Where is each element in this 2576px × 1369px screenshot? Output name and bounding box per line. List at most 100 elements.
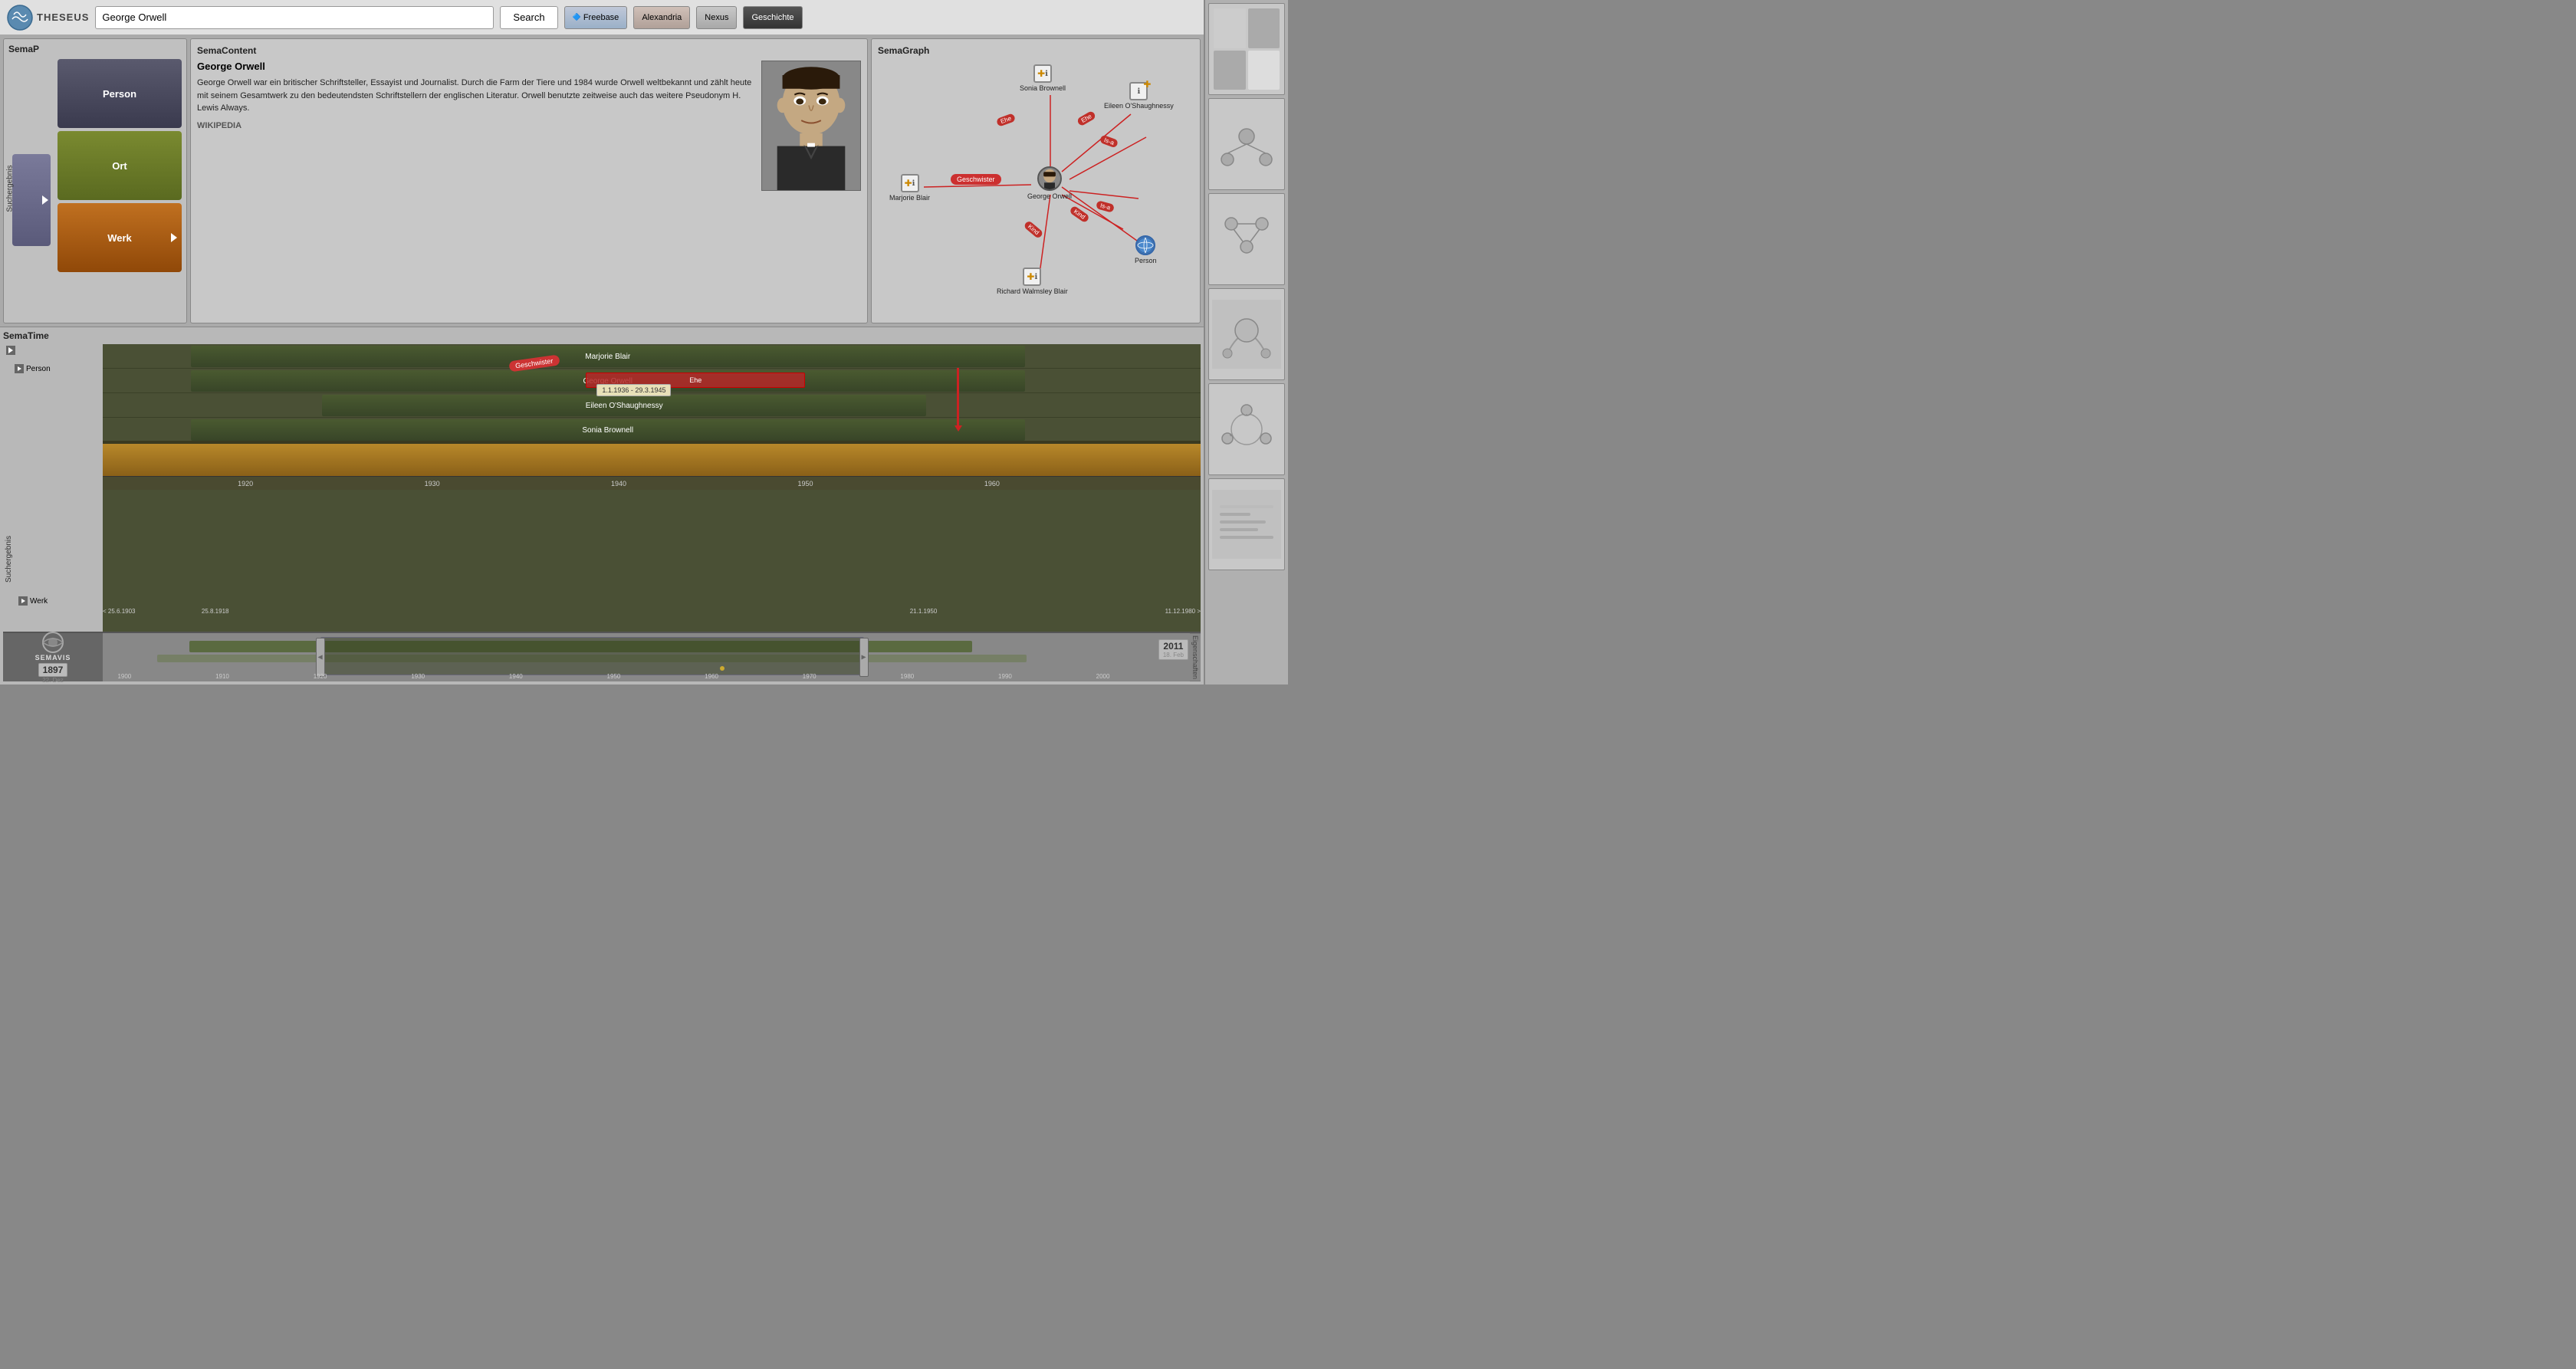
semap-inner: Suchergebnis Person Ort Werk — [8, 59, 182, 318]
sonia-row: Sonia Brownell — [103, 418, 1201, 442]
tick-1960: 1960 — [984, 480, 1000, 488]
sidebar-thumb-1[interactable] — [1208, 3, 1285, 95]
thumb3-svg — [1212, 205, 1281, 274]
content-wikipedia[interactable]: WIKIPEDIA — [197, 121, 755, 130]
timeline-main: Marjorie Blair George Orwell Geschwister… — [103, 344, 1201, 632]
node-sonia[interactable]: ✚ ℹ Sonia Brownell — [1020, 64, 1066, 92]
ov-tick-1980: 1980 — [900, 673, 914, 680]
marjorie-bar[interactable]: Marjorie Blair — [191, 346, 1025, 367]
content-photo — [761, 61, 861, 191]
search-button[interactable]: Search — [500, 6, 557, 29]
semacontent-panel: SemaContent George Orwell George Orwell … — [190, 38, 868, 323]
sematime-panel: SemaTime Suchergebnis — [0, 327, 1204, 684]
panels-row: SemaP Suchergebnis Person Ort — [0, 35, 1204, 327]
date-start-label: < 25.6.1903 — [103, 608, 135, 615]
werk-row — [103, 442, 1201, 476]
sidebar-thumb-2[interactable] — [1208, 98, 1285, 190]
slider-right-handle[interactable]: ▶ — [859, 638, 869, 676]
semagraph-title: SemaGraph — [878, 45, 1194, 56]
tl-overview-main[interactable]: ◀ ▶ 1900 1910 1920 1930 1940 1950 1960 1… — [103, 633, 1190, 681]
slider-left-handle[interactable]: ◀ — [316, 638, 325, 676]
person-tl-label: Person — [26, 365, 51, 373]
freebase-button[interactable]: 🔷 Freebase — [564, 6, 628, 29]
ov-tick-1930: 1930 — [411, 673, 425, 680]
edge-isa-2: Is-a — [1096, 200, 1115, 213]
semap-arrow — [42, 195, 48, 205]
semavis-icon — [38, 631, 68, 654]
semap-left: Suchergebnis — [8, 59, 54, 318]
orwell-label: George Orwell — [1027, 192, 1072, 200]
overview-viewport[interactable] — [320, 637, 864, 675]
semacontent-inner: George Orwell George Orwell war ein brit… — [197, 61, 861, 317]
eileen-icon: ✚ ℹ — [1129, 82, 1148, 100]
edge-ehe-2: Ehe — [996, 113, 1017, 127]
timeline-overview: SEMAVIS 1897 22. Dez — [3, 632, 1201, 681]
person-globe — [1135, 235, 1155, 255]
semavis-logo-area: SEMAVIS 1897 22. Dez — [3, 633, 103, 681]
person-button[interactable]: Person — [58, 59, 182, 128]
nexus-button[interactable]: Nexus — [696, 6, 737, 29]
overview-content: ◀ ▶ 1900 1910 1920 1930 1940 1950 1960 1… — [103, 633, 1190, 681]
sonia-bar[interactable]: Sonia Brownell — [191, 419, 1025, 441]
node-richard[interactable]: ✚ ℹ Richard Walmsley Blair — [997, 268, 1068, 295]
right-sidebar — [1204, 0, 1288, 684]
sidebar-thumb-6[interactable] — [1208, 478, 1285, 570]
semacontent-title: SemaContent — [197, 45, 861, 56]
node-eileen[interactable]: ✚ ℹ Eileen O'Shaughnessy — [1104, 82, 1174, 110]
marjorie-label: Marjorie Blair — [889, 194, 930, 202]
suchergebnis-label: Suchergebnis — [6, 165, 15, 212]
sidebar-thumb-4[interactable] — [1208, 288, 1285, 380]
logo-text: THESEUS — [37, 11, 89, 23]
geschwister-edge-label: Geschwister — [951, 174, 1001, 185]
gold-marker — [720, 666, 724, 671]
orwell-row: George Orwell Geschwister Ehe 1.1.1936 -… — [103, 369, 1201, 393]
sidebar-thumb-5[interactable] — [1208, 383, 1285, 475]
semap-panel: SemaP Suchergebnis Person Ort — [3, 38, 187, 323]
suchergebnis-tl-label: Suchergebnis — [3, 356, 15, 584]
timeline-play-btn[interactable] — [6, 346, 15, 355]
timeline-axis: 1920 1930 1940 1950 1960 — [103, 476, 1201, 490]
semap-title: SemaP — [8, 44, 182, 54]
ov-tick-1970: 1970 — [803, 673, 816, 680]
geschichte-button[interactable]: Geschichte — [743, 6, 802, 29]
alexandria-button[interactable]: Alexandria — [633, 6, 690, 29]
timeline-left-labels: Suchergebnis Person — [3, 344, 103, 632]
tick-1940: 1940 — [611, 480, 626, 488]
date-mid1-label: 25.8.1918 — [202, 608, 229, 615]
semagraph-panel: SemaGraph — [871, 38, 1201, 323]
ov-tick-1900: 1900 — [117, 673, 131, 680]
eileen-bar[interactable]: Eileen O'Shaughnessy — [322, 395, 926, 416]
ort-button[interactable]: Ort — [58, 131, 182, 200]
orwell-photo — [762, 61, 860, 191]
sidebar-thumb-3[interactable] — [1208, 193, 1285, 285]
node-orwell[interactable]: George Orwell — [1027, 166, 1072, 200]
orwell-center — [1037, 166, 1062, 191]
werk-tl-play[interactable] — [18, 596, 28, 606]
graph-canvas: ✚ ℹ Sonia Brownell ✚ ℹ Eileen O'Shaughne… — [878, 61, 1194, 317]
search-input[interactable] — [95, 6, 494, 29]
red-connector — [957, 368, 959, 429]
ov-tick-1910: 1910 — [215, 673, 229, 680]
content-name: George Orwell — [197, 61, 755, 72]
node-person[interactable]: Person — [1135, 235, 1157, 264]
edge-ehe-1: Ehe — [1076, 110, 1096, 127]
ov-tick-1940: 1940 — [509, 673, 523, 680]
richard-label: Richard Walmsley Blair — [997, 287, 1068, 295]
logo: THESEUS — [6, 4, 89, 31]
tick-1920: 1920 — [238, 480, 253, 488]
werk-button[interactable]: Werk — [58, 203, 182, 272]
tick-1950: 1950 — [797, 480, 813, 488]
content-description: George Orwell war ein britischer Schrift… — [197, 77, 755, 115]
sonia-label: Sonia Brownell — [1020, 84, 1066, 92]
person-tl-play[interactable] — [15, 364, 24, 373]
node-marjorie[interactable]: ✚ ℹ Marjorie Blair — [889, 174, 930, 202]
semap-left-box — [12, 154, 51, 246]
semap-right: Person Ort Werk — [58, 59, 182, 318]
thumb5-svg — [1212, 395, 1281, 464]
marjorie-row: Marjorie Blair — [103, 344, 1201, 369]
thumb6-svg — [1212, 490, 1281, 559]
ov-tick-1950: 1950 — [607, 673, 621, 680]
werk-tl-label: Werk — [30, 597, 48, 606]
semavis-logo: SEMAVIS — [35, 631, 71, 662]
ov-tick-1990: 1990 — [998, 673, 1012, 680]
